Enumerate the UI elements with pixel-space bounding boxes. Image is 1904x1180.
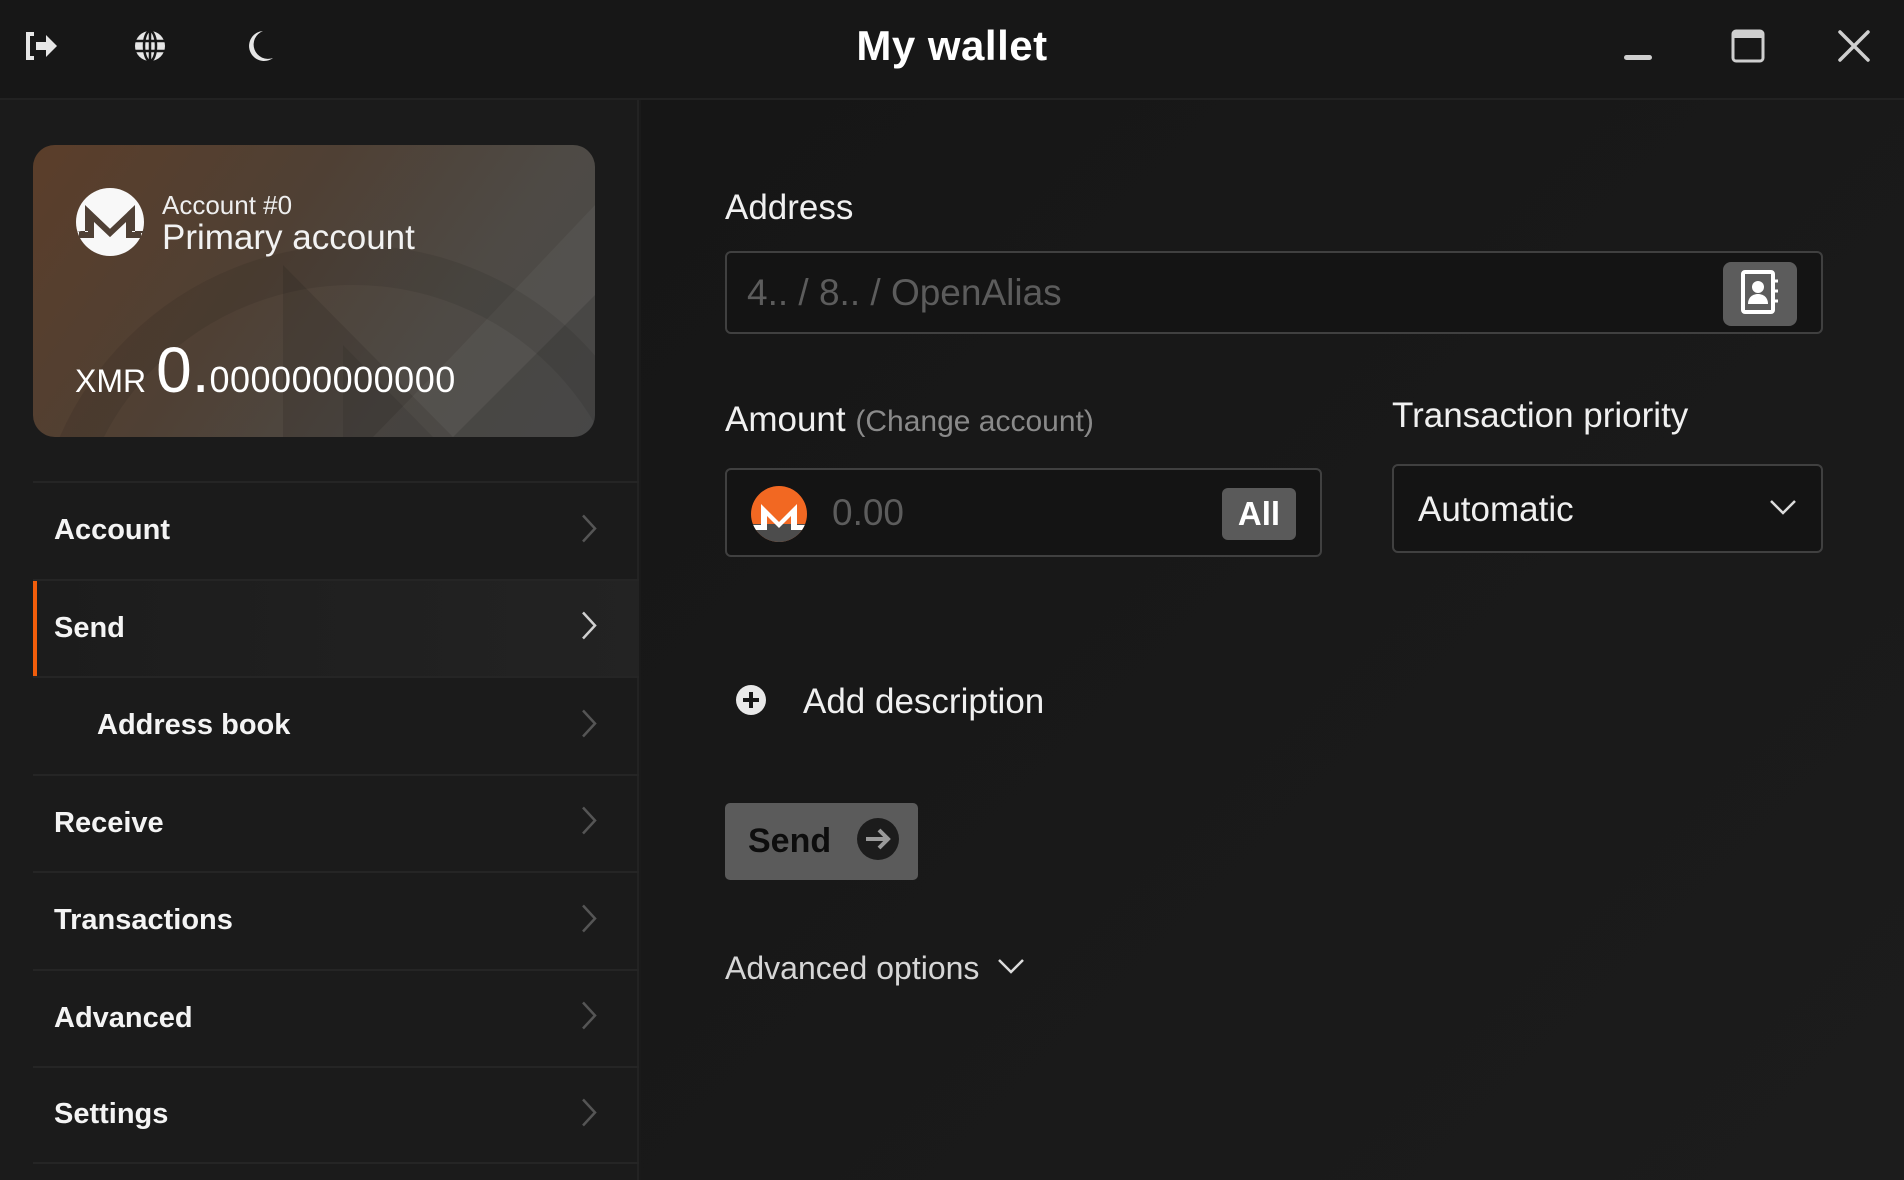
address-field[interactable] bbox=[725, 251, 1823, 334]
plus-circle-icon bbox=[735, 684, 767, 721]
maximize-icon[interactable] bbox=[1728, 26, 1768, 66]
advanced-options-toggle[interactable]: Advanced options bbox=[725, 950, 1025, 987]
add-description-button[interactable]: Add description bbox=[735, 682, 1044, 722]
chevron-right-icon bbox=[581, 1097, 597, 1132]
minimize-icon[interactable] bbox=[1618, 26, 1658, 66]
sidebar-item-account[interactable]: Account bbox=[33, 481, 639, 579]
change-account-link[interactable]: (Change account) bbox=[855, 405, 1093, 438]
send-button-label: Send bbox=[748, 822, 832, 860]
sidebar-item-send[interactable]: Send bbox=[33, 578, 639, 676]
close-icon[interactable] bbox=[1834, 26, 1874, 66]
arrow-right-circle-icon bbox=[856, 817, 900, 866]
account-name: Primary account bbox=[162, 218, 415, 257]
sidebar-item-label: Receive bbox=[54, 806, 164, 839]
amount-input[interactable] bbox=[832, 490, 1192, 536]
balance-fraction: 000000000000 bbox=[209, 359, 456, 400]
chevron-right-icon bbox=[581, 903, 597, 938]
sidebar-item-settings[interactable]: Settings bbox=[33, 1066, 639, 1164]
sidebar-item-label: Transactions bbox=[54, 904, 233, 937]
sidebar-item-label: Address book bbox=[97, 709, 291, 742]
amount-label: Amount (Change account) bbox=[725, 400, 1094, 440]
chevron-right-icon bbox=[581, 513, 597, 548]
address-label: Address bbox=[725, 188, 854, 227]
chevron-right-icon bbox=[581, 806, 597, 841]
amount-field[interactable]: All bbox=[725, 468, 1322, 557]
chevron-down-icon bbox=[1769, 498, 1797, 521]
title-bar: My wallet bbox=[0, 0, 1904, 100]
balance-currency: XMR bbox=[75, 363, 147, 399]
sidebar-item-transactions[interactable]: Transactions bbox=[33, 871, 639, 969]
sidebar-item-label: Advanced bbox=[54, 1001, 193, 1034]
sidebar-item-advanced[interactable]: Advanced bbox=[33, 968, 639, 1067]
chevron-right-icon bbox=[581, 1001, 597, 1036]
chevron-down-icon bbox=[997, 957, 1025, 980]
all-button[interactable]: All bbox=[1222, 488, 1296, 540]
transaction-priority-select[interactable]: Automatic bbox=[1392, 464, 1823, 553]
address-input[interactable] bbox=[747, 271, 1687, 315]
advanced-options-label: Advanced options bbox=[725, 950, 980, 986]
amount-label-text: Amount bbox=[725, 400, 846, 439]
sidebar-item-label: Settings bbox=[54, 1098, 169, 1131]
monero-coin-icon bbox=[751, 486, 807, 547]
sidebar-menu: Account Send Address book Receive Transa… bbox=[33, 481, 639, 1164]
sidebar-item-address-book[interactable]: Address book bbox=[33, 676, 639, 774]
address-book-icon bbox=[1739, 269, 1781, 320]
balance-integer: 0. bbox=[156, 334, 210, 406]
account-number: Account #0 bbox=[162, 190, 293, 220]
account-balance: XMR 0. 000000000000 bbox=[75, 333, 456, 407]
monero-logo-icon bbox=[75, 187, 145, 257]
address-book-button[interactable] bbox=[1723, 262, 1797, 326]
chevron-right-icon bbox=[581, 611, 597, 646]
sidebar-item-label: Account bbox=[54, 514, 170, 547]
sidebar-item-receive[interactable]: Receive bbox=[33, 773, 639, 872]
send-panel: Address Amount (Change account) All Tran… bbox=[641, 100, 1904, 1180]
chevron-right-icon bbox=[581, 708, 597, 743]
sidebar-item-label: Send bbox=[54, 611, 125, 644]
send-button[interactable]: Send bbox=[725, 803, 918, 880]
sidebar: Account #0 Primary account XMR 0. 000000… bbox=[0, 100, 639, 1180]
transaction-priority-label: Transaction priority bbox=[1392, 396, 1689, 435]
add-description-label: Add description bbox=[803, 682, 1045, 721]
account-card[interactable]: Account #0 Primary account XMR 0. 000000… bbox=[33, 145, 595, 437]
transaction-priority-value: Automatic bbox=[1418, 490, 1574, 529]
